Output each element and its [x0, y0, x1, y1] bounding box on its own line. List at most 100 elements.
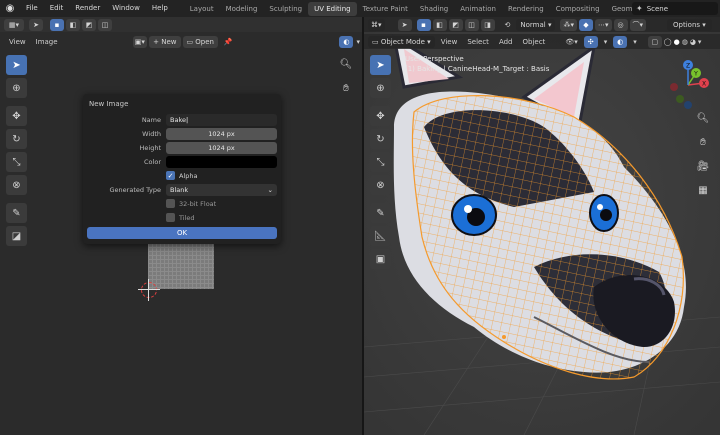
tab-shading[interactable]: Shading: [414, 2, 454, 16]
select-box-tool-icon[interactable]: ➤: [6, 55, 27, 75]
cursor-tool-icon[interactable]: ⊕: [6, 78, 27, 98]
vp-add-cube-tool-icon[interactable]: ▣: [370, 249, 391, 269]
mode-dropdown[interactable]: ▭ Object Mode ▾: [368, 35, 435, 48]
select-mode-intersect-icon[interactable]: ◨: [480, 18, 495, 31]
pan-hand-icon[interactable]: ✋︎: [337, 79, 355, 97]
menu-help[interactable]: Help: [146, 0, 174, 17]
vp-rotate-tool-icon[interactable]: ↻: [370, 129, 391, 149]
uv-select-island-icon[interactable]: ◫: [98, 18, 112, 31]
tab-layout[interactable]: Layout: [184, 2, 220, 16]
camera-view-icon[interactable]: 🎥︎: [694, 157, 712, 175]
select-mode-invert-icon[interactable]: ◫: [464, 18, 479, 31]
alpha-checkbox[interactable]: ✓ Alpha: [166, 171, 197, 180]
vp-zoom-icon[interactable]: 🔍︎: [694, 109, 712, 127]
orientation-dropdown[interactable]: Normal ▾: [516, 18, 556, 31]
vp-select-box-tool-icon[interactable]: ➤: [370, 55, 391, 75]
tab-sculpting[interactable]: Sculpting: [263, 2, 308, 16]
menu-edit[interactable]: Edit: [44, 0, 70, 17]
blender-logo-icon[interactable]: ◉: [0, 0, 20, 17]
overlays-toggle-icon[interactable]: ◐: [613, 35, 628, 48]
rotate-tool-icon[interactable]: ↻: [6, 129, 27, 149]
gizmo-dropdown-icon[interactable]: ▾: [599, 38, 613, 46]
shading-material-icon[interactable]: ◍: [681, 38, 689, 46]
vp-annotate-tool-icon[interactable]: ✎: [370, 203, 391, 223]
transform-tool-icon[interactable]: ⊗: [6, 175, 27, 195]
object-info-label: (1) Baking | CanineHead-M_Target : Basis: [405, 65, 550, 73]
overlays-dropdown-icon[interactable]: ▾: [628, 38, 642, 46]
move-tool-icon[interactable]: ✥: [6, 106, 27, 126]
menu-window[interactable]: Window: [106, 0, 146, 17]
pivot-icon[interactable]: ⁂▾: [560, 18, 577, 31]
navigation-gizmo[interactable]: X Y Z: [660, 57, 716, 113]
zoom-icon[interactable]: 🔍︎: [337, 55, 355, 73]
grab-tool-icon[interactable]: ◪: [6, 226, 27, 246]
uv-select-face-icon[interactable]: ◩: [82, 18, 96, 31]
vp-move-tool-icon[interactable]: ✥: [370, 106, 391, 126]
tab-compositing[interactable]: Compositing: [550, 2, 606, 16]
tab-animation[interactable]: Animation: [454, 2, 502, 16]
snap-icon[interactable]: ◆: [578, 18, 593, 31]
viewport-editor-type-icon[interactable]: ⌘▾: [368, 18, 385, 31]
scale-tool-icon[interactable]: ⤡: [6, 152, 27, 172]
height-field[interactable]: 1024 px: [166, 142, 277, 154]
shading-rendered-icon[interactable]: ◕: [689, 38, 697, 46]
2d-cursor-icon[interactable]: [138, 279, 160, 301]
vp-scale-tool-icon[interactable]: ⤡: [370, 152, 391, 172]
editor-type-icon[interactable]: ▦▾: [4, 18, 24, 31]
select-mode-subtract-icon[interactable]: ◩: [448, 18, 463, 31]
overlay-toggle-icon[interactable]: ◐: [339, 35, 354, 48]
menu-file[interactable]: File: [20, 0, 44, 17]
menu-select[interactable]: Select: [462, 38, 494, 46]
vp-measure-tool-icon[interactable]: 📐︎: [370, 226, 391, 246]
overlay-dropdown-icon[interactable]: ▾: [354, 38, 362, 46]
perspective-toggle-icon[interactable]: ▦: [694, 181, 712, 199]
proportional-edit-icon[interactable]: ◎: [613, 18, 628, 31]
tab-modeling[interactable]: Modeling: [220, 2, 264, 16]
uv-select-edge-icon[interactable]: ◧: [66, 18, 80, 31]
orientation-icon: ⟲: [504, 20, 511, 29]
select-mode-extend-icon[interactable]: ◧: [432, 18, 447, 31]
vp-cursor-tool-icon[interactable]: ⊕: [370, 78, 391, 98]
top-bar: ◉ File Edit Render Window Help Layout Mo…: [0, 0, 720, 17]
tab-rendering[interactable]: Rendering: [502, 2, 550, 16]
falloff-icon[interactable]: ⌒▾: [629, 18, 647, 31]
menu-render[interactable]: Render: [69, 0, 106, 17]
snap-target-icon[interactable]: ⋯▾: [594, 18, 612, 31]
float-checkbox[interactable]: 32-bit Float: [166, 199, 216, 208]
viewport-select-tool-icon[interactable]: ➤: [397, 18, 412, 31]
menu-object[interactable]: Object: [518, 38, 551, 46]
width-field[interactable]: 1024 px: [166, 128, 277, 140]
pin-icon[interactable]: 📌: [219, 38, 238, 46]
uv-nav-gizmos: 🔍︎ ✋︎: [337, 55, 355, 97]
menu-image[interactable]: Image: [31, 38, 63, 46]
shading-wireframe-icon[interactable]: ◯: [663, 38, 673, 46]
ok-button[interactable]: OK: [87, 227, 277, 239]
width-label: Width: [142, 130, 161, 138]
new-image-button[interactable]: + New: [149, 35, 181, 48]
color-swatch[interactable]: [166, 156, 277, 168]
select-tool-icon[interactable]: ➤: [29, 18, 43, 31]
select-mode-new-icon[interactable]: ▪: [416, 18, 431, 31]
image-browse-icon[interactable]: ▣▾: [132, 35, 148, 48]
menu-add[interactable]: Add: [494, 38, 518, 46]
generated-type-select[interactable]: Blank ⌄: [166, 184, 277, 196]
scene-name: Scene: [646, 4, 669, 13]
name-input[interactable]: Bake |: [166, 114, 277, 126]
menu-view[interactable]: View: [4, 38, 31, 46]
tiled-checkbox[interactable]: Tiled: [166, 213, 195, 222]
menu-viewport-view[interactable]: View: [436, 38, 463, 46]
tab-texture-paint[interactable]: Texture Paint: [357, 2, 414, 16]
shading-dropdown-icon[interactable]: ▾: [697, 38, 703, 46]
visibility-icon[interactable]: 👁▾: [560, 38, 582, 46]
vp-transform-tool-icon[interactable]: ⊗: [370, 175, 391, 195]
scene-selector[interactable]: ✦ Scene: [632, 2, 718, 15]
gizmo-toggle-icon[interactable]: ✣: [583, 35, 598, 48]
uv-select-vertex-icon[interactable]: ▪: [50, 18, 64, 31]
options-dropdown[interactable]: Options ▾: [667, 18, 712, 31]
open-image-button[interactable]: ▭ Open: [182, 35, 218, 48]
shading-solid-icon[interactable]: ●: [673, 38, 681, 46]
annotate-tool-icon[interactable]: ✎: [6, 203, 27, 223]
xray-icon[interactable]: ▢: [647, 35, 662, 48]
tab-uv-editing[interactable]: UV Editing: [308, 1, 357, 16]
vp-pan-hand-icon[interactable]: ✋︎: [694, 133, 712, 151]
